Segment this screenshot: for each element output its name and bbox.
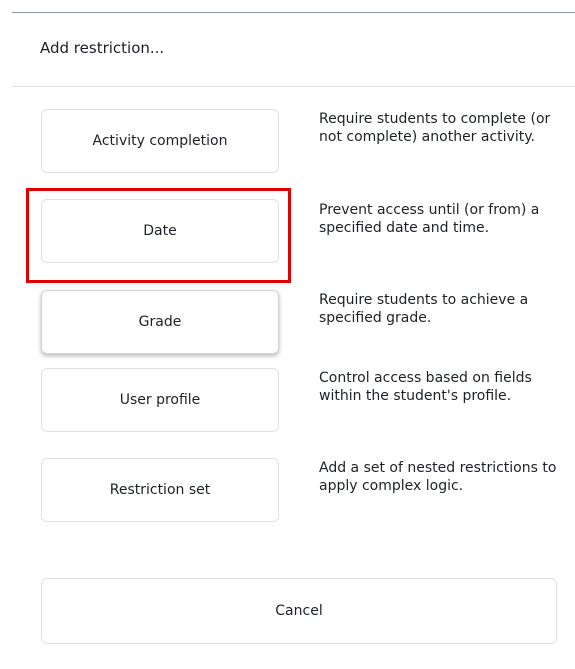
activity-completion-button[interactable]: Activity completion — [41, 109, 279, 173]
restriction-set-description: Add a set of nested restrictions to appl… — [319, 460, 557, 494]
user-profile-description: Control access based on fields within th… — [319, 370, 532, 404]
dialog-header: Add restriction... — [12, 13, 575, 87]
user-profile-button[interactable]: User profile — [41, 368, 279, 432]
date-description: Prevent access until (or from) a specifi… — [319, 202, 540, 236]
date-button[interactable]: Date — [41, 199, 279, 263]
activity-completion-description: Require students to complete (or not com… — [319, 111, 551, 145]
dialog-title: Add restriction... — [40, 39, 165, 57]
cancel-button[interactable]: Cancel — [41, 578, 557, 644]
grade-description: Require students to achieve a specified … — [319, 292, 529, 326]
grade-button[interactable]: Grade — [41, 290, 279, 354]
restriction-set-button[interactable]: Restriction set — [41, 458, 279, 522]
